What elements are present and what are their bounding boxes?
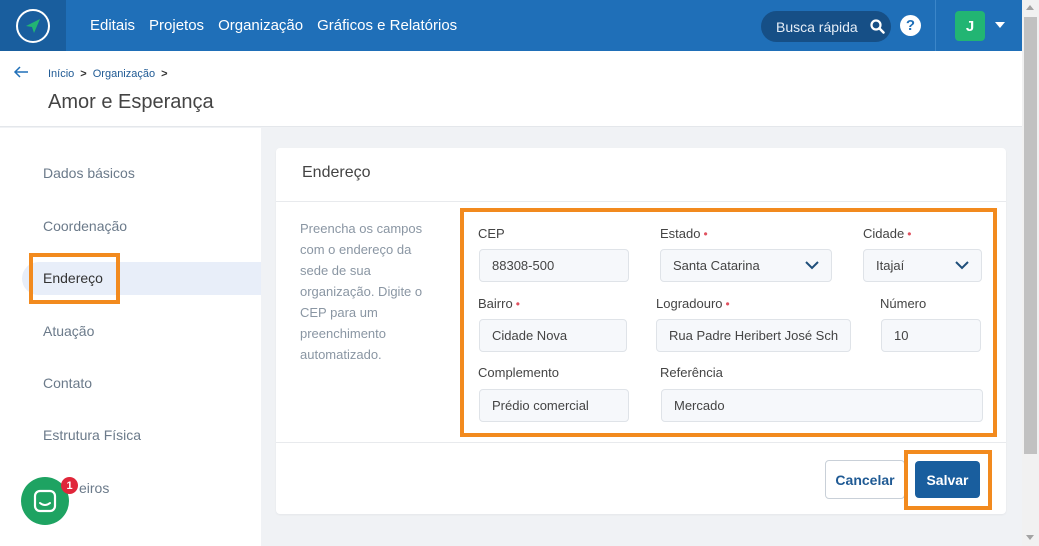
sidebar-item-dados-basicos[interactable]: Dados básicos <box>43 165 135 181</box>
chevron-down-icon[interactable] <box>995 22 1005 28</box>
logo-icon <box>16 8 50 43</box>
help-icon[interactable]: ? <box>900 15 921 36</box>
form-highlight-box <box>460 208 997 437</box>
scrollbar-thumb[interactable] <box>1024 17 1037 454</box>
main-nav: Editais Projetos Organização Gráficos e … <box>83 0 464 51</box>
breadcrumb-separator: > <box>161 68 168 80</box>
nav-organizacao[interactable]: Organização <box>218 17 303 34</box>
page-header: Início > Organização > Amor e Esperança <box>0 51 1022 127</box>
sidebar-item-estrutura-fisica[interactable]: Estrutura Física <box>43 427 141 443</box>
search-icon[interactable] <box>863 11 891 42</box>
search-placeholder: Busca rápida <box>776 18 858 35</box>
sidebar-item-contato[interactable]: Contato <box>43 375 92 391</box>
scroll-down-icon[interactable] <box>1026 535 1034 540</box>
sidebar-highlight-box <box>29 253 120 304</box>
cancel-button[interactable]: Cancelar <box>825 460 905 499</box>
sidebar-item-coordenacao[interactable]: Coordenação <box>43 218 127 234</box>
nav-projetos[interactable]: Projetos <box>149 17 204 34</box>
card-title: Endereço <box>302 164 371 181</box>
scrollbar[interactable] <box>1022 0 1039 546</box>
card-description: Preencha os campos com o endereço da sed… <box>300 221 423 362</box>
app-logo[interactable] <box>0 0 66 51</box>
breadcrumb: Início > Organização > <box>48 68 174 80</box>
quick-search[interactable]: Busca rápida <box>761 11 891 42</box>
card-footer-divider <box>276 442 1006 443</box>
breadcrumb-separator: > <box>80 68 87 80</box>
nav-divider <box>935 0 936 51</box>
breadcrumb-organizacao[interactable]: Organização <box>93 68 155 80</box>
chat-icon <box>33 489 57 513</box>
back-arrow-icon[interactable] <box>12 63 30 81</box>
notification-badge: 1 <box>61 477 78 494</box>
avatar[interactable]: J <box>955 11 985 41</box>
sidebar-item-parceiros[interactable]: eiros <box>79 480 109 496</box>
card-divider <box>276 201 1006 202</box>
top-navbar: Editais Projetos Organização Gráficos e … <box>0 0 1022 51</box>
scroll-up-icon[interactable] <box>1026 5 1034 10</box>
nav-graficos-relatorios[interactable]: Gráficos e Relatórios <box>317 17 457 34</box>
breadcrumb-inicio[interactable]: Início <box>48 68 74 80</box>
sidebar-item-atuacao[interactable]: Atuação <box>43 323 94 339</box>
save-highlight-box <box>904 450 992 510</box>
nav-editais[interactable]: Editais <box>90 17 135 34</box>
page-title: Amor e Esperança <box>48 91 214 113</box>
